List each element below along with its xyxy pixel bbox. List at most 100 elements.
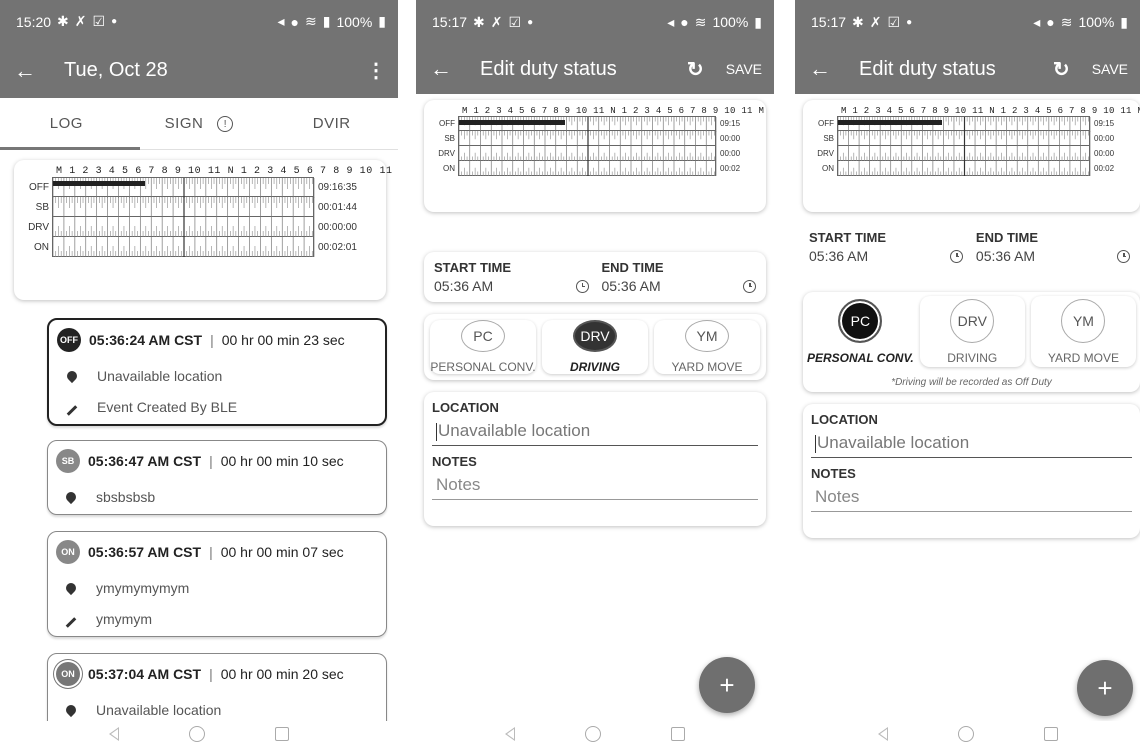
checkbox-icon: ☑	[887, 13, 901, 30]
notes-input[interactable]: Notes	[432, 469, 758, 500]
grid-row-total: 00:00	[720, 134, 741, 143]
status-option-pc[interactable]: PC PERSONAL CONV.	[430, 320, 536, 374]
grid-body: OFF 09:15 SB 00:00 DRV 00:00 ON 00:02	[811, 116, 1132, 176]
tab-indicator	[0, 147, 140, 150]
status-option-drv[interactable]: DRV DRIVING	[542, 320, 648, 374]
nav-recents-icon[interactable]	[1043, 727, 1058, 741]
page-title: Edit duty status	[859, 57, 996, 80]
location-status-icon: ●	[680, 14, 689, 30]
end-time-value: 05:36 AM	[975, 248, 1036, 264]
refresh-icon[interactable]: ↻	[1053, 57, 1070, 82]
notes-label: NOTES	[811, 466, 856, 481]
grid-ticks	[53, 217, 315, 237]
end-time-label: END TIME	[975, 230, 1039, 245]
grid-row-total: 00:00	[1094, 134, 1115, 143]
back-arrow-icon[interactable]: ←	[809, 56, 845, 82]
bluetooth-icon: ✱	[852, 13, 864, 30]
nav-back-icon[interactable]	[505, 727, 515, 741]
status-time: 15:17	[432, 14, 468, 30]
start-time-field[interactable]: START TIME 05:36 AM	[434, 260, 589, 294]
grid-timeline	[458, 161, 717, 176]
duty-segment-off	[459, 120, 565, 125]
refresh-icon[interactable]: ↻	[687, 57, 704, 82]
nav-back-icon[interactable]	[877, 727, 888, 741]
grid-row-label: DRV	[817, 149, 834, 158]
event-time: 05:36:24 AM CST	[89, 332, 203, 348]
grid-row-off: OFF 09:15	[811, 116, 1132, 132]
battery-percent: 100%	[1078, 14, 1115, 30]
status-option-pc[interactable]: PC PERSONAL CONV.	[807, 296, 914, 367]
grid-row-total: 09:15	[720, 119, 741, 128]
separator: |	[210, 332, 214, 348]
status-option-ym[interactable]: YM YARD MOVE	[654, 320, 760, 374]
tab-sign[interactable]: SIGN!	[133, 115, 266, 133]
save-button[interactable]: SAVE	[726, 61, 762, 77]
nav-recents-icon[interactable]	[275, 727, 289, 741]
grid-row-total: 00:00:00	[318, 221, 357, 233]
back-arrow-icon[interactable]: ←	[14, 58, 50, 84]
event-location: sbsbsbsb	[96, 488, 156, 505]
grid-row-label: DRV	[438, 149, 455, 158]
nav-home-icon[interactable]	[585, 726, 601, 742]
status-bar: 15:17 ✱ ✗ ☑ ● ◂ ● ≋ 100% ▮	[795, 0, 1140, 44]
grid-row-total: 09:16:35	[318, 181, 357, 193]
status-option-ym[interactable]: YM YARD MOVE	[1031, 296, 1136, 367]
notes-input[interactable]: Notes	[811, 481, 1132, 512]
grid-row-total: 00:02	[1094, 164, 1115, 173]
back-arrow-icon[interactable]: ←	[430, 56, 466, 82]
grid-row-total: 00:02	[720, 164, 741, 173]
event-duration: 00 hr 00 min 07 sec	[220, 544, 344, 560]
grid-row-total: 00:02:01	[318, 241, 357, 253]
location-status-icon: ●	[290, 13, 300, 30]
status-code: DRV	[950, 298, 995, 343]
grid-row-label: OFF	[439, 119, 455, 128]
grid-row-drv: DRV 00:00:00	[22, 217, 378, 237]
app-bar: ← Tue, Oct 28 ⋮	[0, 43, 398, 98]
tab-log[interactable]: LOG	[0, 115, 133, 132]
system-nav-bar	[0, 721, 398, 747]
add-fab-button[interactable]: +	[699, 657, 755, 713]
nav-home-icon[interactable]	[189, 726, 205, 742]
grid-timeline	[52, 217, 315, 237]
status-option-drv[interactable]: DRV DRIVING	[920, 296, 1025, 367]
location-input[interactable]: Unavailable location	[811, 427, 1132, 458]
clock-icon[interactable]	[950, 249, 964, 263]
save-button[interactable]: SAVE	[1092, 61, 1128, 77]
mute-icon: ◂	[277, 13, 285, 29]
end-time-field[interactable]: END TIME 05:36 AM	[976, 230, 1130, 280]
app-bar: ← Edit duty status ↻ SAVE	[795, 44, 1140, 94]
grid-timeline	[52, 177, 315, 198]
location-input[interactable]: Unavailable location	[432, 415, 758, 446]
nav-home-icon[interactable]	[957, 726, 974, 742]
status-time: 15:20	[16, 13, 52, 30]
more-options-icon[interactable]: ⋮	[366, 58, 386, 83]
tab-dvir[interactable]: DVIR	[265, 115, 398, 132]
clock-icon[interactable]	[1117, 249, 1130, 263]
grid-timeline	[837, 116, 1091, 132]
grid-hours-header: M 1 2 3 4 5 6 7 8 9 10 11 N 1 2 3 4 5 6 …	[841, 106, 1140, 116]
location-label: LOCATION	[432, 400, 499, 415]
grid-timeline	[458, 131, 717, 146]
app-bar: ← Edit duty status ↻ SAVE	[416, 44, 774, 94]
log-event-card[interactable]: ON 05:36:57 AM CST | 00 hr 00 min 07 sec…	[47, 531, 387, 637]
start-time-field[interactable]: START TIME 05:36 AM	[809, 230, 964, 280]
event-time: 05:37:04 AM CST	[88, 666, 202, 682]
grid-row-sb: SB 00:00	[432, 131, 758, 146]
nav-back-icon[interactable]	[109, 727, 119, 741]
event-location: Unavailable location	[97, 367, 223, 384]
clock-icon[interactable]	[743, 279, 756, 293]
battery-percent: 100%	[336, 13, 373, 30]
add-fab-button[interactable]: +	[1077, 660, 1133, 716]
nav-recents-icon[interactable]	[671, 727, 685, 741]
clock-icon[interactable]	[575, 279, 589, 293]
log-event-card[interactable]: SB 05:36:47 AM CST | 00 hr 00 min 10 sec…	[47, 440, 387, 515]
grid-row-total: 00:00	[720, 149, 741, 158]
grid-body: OFF 09:15 SB 00:00 DRV 00:00 ON 00:02	[432, 116, 758, 176]
checkbox-icon: ☑	[92, 13, 106, 29]
end-time-field[interactable]: END TIME 05:36 AM	[601, 260, 756, 294]
grid-row-off: OFF 09:15	[432, 116, 758, 132]
status-badge: ON	[56, 540, 80, 564]
log-event-card[interactable]: OFF 05:36:24 AM CST | 00 hr 00 min 23 se…	[47, 318, 387, 426]
wifi-icon: ≋	[694, 13, 707, 30]
mute-icon: ◂	[1033, 13, 1041, 30]
